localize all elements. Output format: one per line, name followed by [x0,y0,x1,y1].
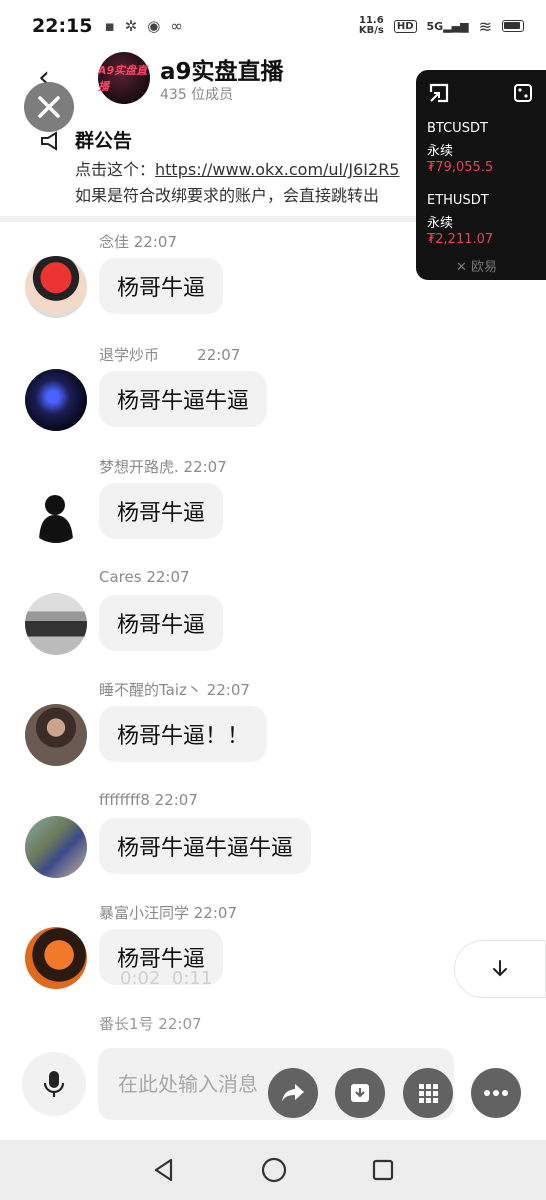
okx-logo-icon: ✕ [456,260,467,275]
mic-icon [43,1071,65,1097]
close-button[interactable] [24,82,74,132]
announcement-prefix: 点击这个： [75,160,156,179]
message-bubble[interactable]: 杨哥牛逼 [99,595,224,651]
group-avatar-text: A9实盘直播 [98,64,148,93]
sender-name: 退学炒币 22:07 [99,346,241,364]
avatar[interactable] [25,481,87,543]
scroll-to-bottom-button[interactable] [454,940,546,998]
download-icon [351,1084,369,1102]
ticker-type: 永续 [427,216,454,231]
announcement-line-1: 点击这个：https://www.okx.com/ul/J6I2R5 [75,156,399,180]
ticker-price: ₮79,055.5 [427,160,494,175]
video-timecode: 0:02 0:11 [120,968,212,989]
download-button[interactable] [335,1068,385,1118]
close-icon [38,96,60,118]
ticker-symbol: BTCUSDT [427,121,488,136]
ticker-type: 永续 [427,144,454,159]
sender-name: 梦想开路虎. 22:07 [99,458,227,476]
video-current-time: 0:02 [120,968,161,989]
message-bubble[interactable]: 杨哥牛逼牛逼 [99,371,268,427]
message-bubble[interactable]: 杨哥牛逼 [99,258,224,314]
nav-home-icon[interactable] [260,1156,288,1184]
status-indicators: 11.6 KB/s HD 5G▂▄▆ ≋ [359,16,524,36]
signal-icon: 5G▂▄▆ [426,19,469,33]
sender-name: 番长1号 22:07 [99,1015,202,1033]
price-widget[interactable]: BTCUSDT 永续 ₮79,055.5 ETHUSDT 永续 ₮2,211.0… [416,70,546,280]
chrome-icon: ◉ [147,17,161,35]
grid-button[interactable] [403,1068,453,1118]
system-nav-bar [0,1140,546,1200]
avatar[interactable] [25,927,87,989]
nav-back-icon[interactable] [151,1157,177,1183]
member-count: 435 位成员 [160,87,234,103]
video-icon: ▪ [104,17,115,35]
avatar[interactable] [25,256,87,318]
message-bubble[interactable]: 杨哥牛逼！！ [99,706,268,762]
sender-name: 念佳 22:07 [99,233,177,251]
dice-icon[interactable] [512,82,534,104]
sender-name: 暴富小汪同学 22:07 [99,904,237,922]
announcement-link[interactable]: https://www.okx.com/ul/J6I2R5 [155,160,399,179]
message-bubble[interactable]: 杨哥牛逼牛逼牛逼 [99,818,312,874]
sender-name: Cares 22:07 [99,568,190,586]
net-speed-unit: KB/s [358,25,384,36]
share-button[interactable] [268,1068,318,1118]
announcement-title: 群公告 [75,130,133,152]
ticker-price: ₮2,211.07 [427,232,494,247]
brand-name: 欧易 [471,260,498,275]
avatar[interactable] [25,593,87,655]
wifi-icon: ≋ [478,16,492,36]
more-icon [484,1090,508,1096]
more-button[interactable] [471,1068,521,1118]
video-total-time: 0:11 [171,968,213,989]
sender-name: ffffffff8 22:07 [99,791,198,809]
message-input-bar [0,1040,546,1136]
status-app-icons: ▪ ✲ ◉ ∞ [104,17,182,35]
brand-label: ✕ 欧易 [456,256,497,275]
announcement-line-2: 如果是符合改绑要求的账户，会直接跳转出 [75,186,380,205]
net-type: 5G [426,19,444,33]
hd-badge: HD [393,19,417,33]
mic-button[interactable] [22,1052,86,1116]
grid-icon [419,1084,438,1103]
megaphone-icon [40,130,64,157]
expand-icon[interactable] [428,82,450,104]
nav-recents-icon[interactable] [371,1158,395,1182]
group-avatar[interactable]: A9实盘直播 [98,52,150,104]
share-icon [282,1084,304,1102]
net-speed: 11.6 KB/s [359,16,384,36]
link-icon: ∞ [170,17,183,35]
app-icon: ✲ [124,17,138,35]
battery-icon [502,20,524,32]
avatar[interactable] [25,369,87,431]
group-title[interactable]: a9实盘直播 [160,52,284,86]
avatar[interactable] [25,816,87,878]
status-time: 22:15 [32,15,93,37]
arrow-down-icon [493,960,507,977]
ticker-symbol: ETHUSDT [427,193,489,208]
message-bubble[interactable]: 杨哥牛逼 [99,483,224,539]
sender-name: 睡不醒的Taiz丶 22:07 [99,681,250,699]
avatar[interactable] [25,704,87,766]
